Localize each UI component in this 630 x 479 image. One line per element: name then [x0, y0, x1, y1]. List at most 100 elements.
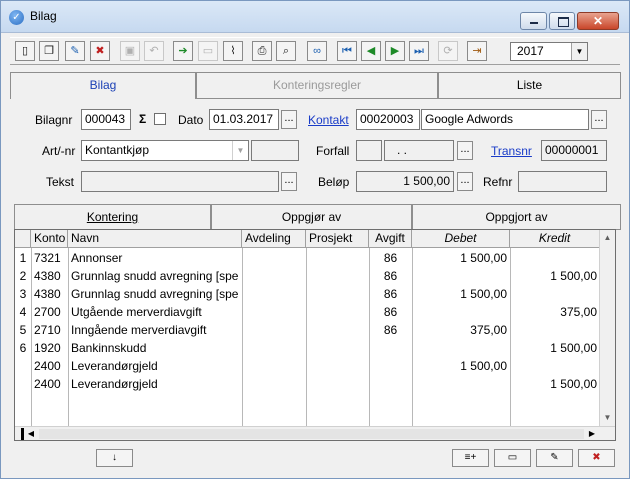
scroll-right-icon[interactable]: ▶	[585, 427, 599, 440]
artnr-select[interactable]: Kontantkjøp ▼	[81, 140, 249, 161]
cell-nr[interactable]: 6	[15, 339, 31, 357]
open-folder-button[interactable]: ▭	[198, 41, 218, 61]
refresh-button[interactable]: ⟳	[438, 41, 458, 61]
cell-kredit[interactable]: 1 500,00	[510, 375, 600, 393]
cell-avgift[interactable]	[369, 357, 412, 375]
cell-kredit[interactable]	[510, 321, 600, 339]
header-debet[interactable]: Debet	[412, 230, 510, 248]
new-document-button[interactable]: ▯	[15, 41, 35, 61]
chevron-down-icon[interactable]: ▼	[232, 141, 248, 160]
header-avgift[interactable]: Avgift	[369, 230, 412, 248]
refnr-field[interactable]	[518, 171, 607, 192]
first-record-button[interactable]: ⏮	[337, 41, 357, 61]
cell-avdeling[interactable]	[242, 375, 306, 393]
cell-avdeling[interactable]	[242, 303, 306, 321]
tab-konteringsregler[interactable]: Konteringsregler	[196, 72, 438, 99]
cell-nr[interactable]	[15, 357, 31, 375]
table-row[interactable]: 2 4380 Grunnlag snudd avregning [spe 86 1 50…	[15, 267, 600, 285]
chevron-down-icon[interactable]: ▼	[571, 43, 587, 60]
move-down-button[interactable]: ↓	[96, 449, 133, 467]
cell-debet[interactable]: 375,00	[412, 321, 510, 339]
add-line-button[interactable]: ≡+	[452, 449, 489, 467]
save-button[interactable]: ▣	[120, 41, 140, 61]
cell-avgift[interactable]: 86	[369, 321, 412, 339]
cell-avgift[interactable]: 86	[369, 267, 412, 285]
attachment-button[interactable]: ⌇	[223, 41, 243, 61]
forfall-lookup-button[interactable]: ...	[457, 141, 473, 160]
cell-prosjekt[interactable]	[306, 267, 369, 285]
horizontal-scrollbar[interactable]: ◀ ▶	[15, 426, 615, 440]
kontakt-id-field[interactable]: 00020003	[356, 109, 420, 130]
sum-checkbox[interactable]	[154, 113, 166, 125]
cell-navn[interactable]: Annonser	[68, 249, 242, 267]
scroll-left-icon[interactable]: ◀	[24, 427, 38, 440]
kontakt-name-field[interactable]: Google Adwords	[421, 109, 589, 130]
cell-prosjekt[interactable]	[306, 303, 369, 321]
next-record-button[interactable]: ▶	[385, 41, 405, 61]
delete-line-button[interactable]: ✖	[578, 449, 615, 467]
cell-avgift[interactable]: 86	[369, 303, 412, 321]
last-record-button[interactable]: ⏭	[409, 41, 429, 61]
cell-kredit[interactable]: 375,00	[510, 303, 600, 321]
cell-prosjekt[interactable]	[306, 285, 369, 303]
kontakt-link[interactable]: Kontakt	[308, 113, 349, 127]
cell-avgift[interactable]: 86	[369, 285, 412, 303]
cell-nr[interactable]: 3	[15, 285, 31, 303]
cell-prosjekt[interactable]	[306, 339, 369, 357]
tekst-field[interactable]	[81, 171, 279, 192]
undo-button[interactable]: ↶	[144, 41, 164, 61]
table-row[interactable]: 3 4380 Grunnlag snudd avregning [spe 86 1 50…	[15, 285, 600, 303]
cell-navn[interactable]: Inngående merverdiavgift	[68, 321, 242, 339]
header-konto[interactable]: Konto	[31, 230, 68, 248]
cell-navn[interactable]: Leverandørgjeld	[68, 357, 242, 375]
dato-field[interactable]: 01.03.2017	[209, 109, 279, 130]
kontering-grid[interactable]: Konto Navn Avdeling Prosjekt Avgift Debe…	[14, 229, 616, 441]
cell-avdeling[interactable]	[242, 285, 306, 303]
cell-navn[interactable]: Grunnlag snudd avregning [spe	[68, 267, 242, 285]
print-button[interactable]: ⎙	[252, 41, 272, 61]
belop-field[interactable]: 1 500,00	[356, 171, 454, 192]
cell-konto[interactable]: 4380	[31, 285, 68, 303]
cell-prosjekt[interactable]	[306, 357, 369, 375]
tab-oppgjor-av[interactable]: Oppgjør av	[211, 204, 412, 230]
cell-kredit[interactable]: 1 500,00	[510, 339, 600, 357]
cell-avdeling[interactable]	[242, 249, 306, 267]
cell-debet[interactable]	[412, 267, 510, 285]
cell-kredit[interactable]	[510, 357, 600, 375]
cell-avgift[interactable]	[369, 375, 412, 393]
cell-navn[interactable]: Grunnlag snudd avregning [spe	[68, 285, 242, 303]
cell-debet[interactable]	[412, 303, 510, 321]
cell-debet[interactable]	[412, 339, 510, 357]
transnr-link[interactable]: Transnr	[491, 144, 532, 158]
edit-line-button[interactable]: ✎	[536, 449, 573, 467]
table-row[interactable]: 2400 Leverandørgjeld 1 500,00	[15, 375, 600, 393]
table-row[interactable]: 2400 Leverandørgjeld 1 500,00	[15, 357, 600, 375]
cell-konto[interactable]: 2400	[31, 375, 68, 393]
cell-avdeling[interactable]	[242, 267, 306, 285]
cell-nr[interactable]	[15, 375, 31, 393]
search-button[interactable]: ∞	[307, 41, 327, 61]
tekst-lookup-button[interactable]: ...	[281, 172, 297, 191]
kontakt-lookup-button[interactable]: ...	[591, 110, 607, 129]
cell-konto[interactable]: 4380	[31, 267, 68, 285]
close-button[interactable]: ✕	[577, 12, 619, 30]
year-select[interactable]: 2017 ▼	[510, 42, 588, 61]
forfall-field[interactable]: . .	[384, 140, 454, 161]
print-preview-button[interactable]: ⌕	[276, 41, 296, 61]
cell-navn[interactable]: Bankinnskudd	[68, 339, 242, 357]
copy-document-button[interactable]: ❐	[39, 41, 59, 61]
scroll-down-icon[interactable]: ▼	[600, 410, 615, 426]
cell-navn[interactable]: Leverandørgjeld	[68, 375, 242, 393]
scroll-track[interactable]	[39, 429, 584, 439]
cell-avdeling[interactable]	[242, 357, 306, 375]
cell-nr[interactable]: 2	[15, 267, 31, 285]
table-row[interactable]: 4 2700 Utgående merverdiavgift 86 375,00	[15, 303, 600, 321]
table-row[interactable]: 6 1920 Bankinnskudd 1 500,00	[15, 339, 600, 357]
cell-konto[interactable]: 1920	[31, 339, 68, 357]
tab-kontering[interactable]: Kontering	[14, 204, 211, 230]
cell-konto[interactable]: 2700	[31, 303, 68, 321]
cell-debet[interactable]	[412, 375, 510, 393]
table-row[interactable]: 1 7321 Annonser 86 1 500,00	[15, 249, 600, 267]
cell-debet[interactable]: 1 500,00	[412, 285, 510, 303]
maximize-button[interactable]	[549, 12, 575, 30]
